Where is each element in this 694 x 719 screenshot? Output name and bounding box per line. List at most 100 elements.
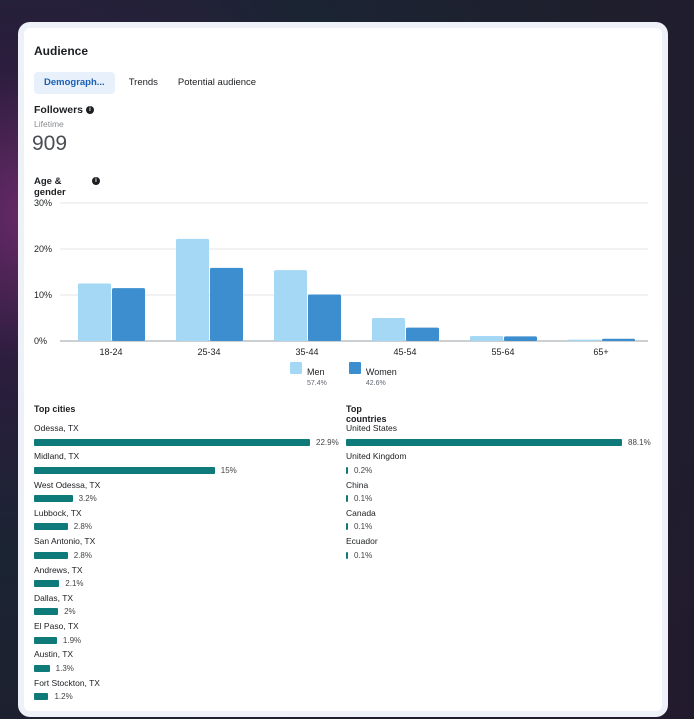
bar-women-65+ xyxy=(602,338,635,341)
country-name: Canada xyxy=(346,507,376,518)
city-name: Dallas, TX xyxy=(34,592,74,603)
tab-bar: Demograph... Trends Potential audience xyxy=(34,72,266,94)
country-bar-line: 0.1% xyxy=(346,550,378,560)
y-tick-label: 10% xyxy=(34,290,52,300)
city-bar-line: 2.1% xyxy=(34,579,84,589)
city-value: 2.8% xyxy=(73,522,92,532)
country-bar-line: 0.1% xyxy=(346,494,372,504)
city-row: San Antonio, TX 2.8% xyxy=(34,536,95,560)
country-name: Ecuador xyxy=(346,536,378,547)
country-row: China 0.1% xyxy=(346,480,372,504)
y-tick-label: 0% xyxy=(34,336,47,346)
city-bar xyxy=(34,438,310,446)
city-bar-line: 22.9% xyxy=(34,437,339,447)
city-name: Lubbock, TX xyxy=(34,507,82,518)
country-bar xyxy=(346,438,622,446)
tab-trends[interactable]: Trends xyxy=(119,72,168,94)
country-value: 0.1% xyxy=(354,550,373,560)
chart-legend: Men 57.4% Women 42.6% xyxy=(290,362,397,387)
age-gender-label: Age & gender xyxy=(34,176,66,198)
city-bar xyxy=(34,523,68,531)
bar-men-18-24 xyxy=(78,283,111,341)
city-name: Fort Stockton, TX xyxy=(34,677,100,688)
x-tick-label: 55-64 xyxy=(491,347,514,357)
y-tick-label: 30% xyxy=(34,198,52,208)
legend-swatch-men xyxy=(290,362,302,374)
top-countries-title: Top countries xyxy=(346,404,387,424)
bar-women-45-54 xyxy=(406,327,439,341)
city-bar-line: 1.3% xyxy=(34,663,74,673)
legend-item-women[interactable]: Women 42.6% xyxy=(348,362,397,387)
city-name: Austin, TX xyxy=(34,649,74,660)
city-name: West Odessa, TX xyxy=(34,479,101,490)
city-value: 22.9% xyxy=(316,437,339,447)
city-value: 15% xyxy=(220,465,237,475)
city-row: Odessa, TX 22.9% xyxy=(34,423,339,447)
section-title: Audience xyxy=(34,44,89,58)
country-bar-line: 0.1% xyxy=(346,522,376,532)
city-bar-line: 1.2% xyxy=(34,692,100,702)
legend-pct-women: 42.6% xyxy=(365,380,386,387)
country-name: United Kingdom xyxy=(346,451,407,462)
followers-count: 909 xyxy=(32,132,68,155)
x-tick-label: 45-54 xyxy=(393,347,416,357)
country-name: United States xyxy=(346,423,398,433)
legend-pct-men: 57.4% xyxy=(307,380,327,387)
country-bar-line: 88.1% xyxy=(346,437,651,447)
city-bar-line: 15% xyxy=(34,465,237,475)
city-bar xyxy=(34,580,60,587)
tab-potential-audience[interactable]: Potential audience xyxy=(168,72,266,94)
city-row: El Paso, TX 1.9% xyxy=(34,621,81,645)
legend-label-women: Women xyxy=(365,367,397,377)
city-name: Odessa, TX xyxy=(34,423,79,433)
bar-men-55-64 xyxy=(470,335,503,341)
city-bar xyxy=(34,608,59,616)
city-bar-line: 1.9% xyxy=(34,635,81,645)
y-tick-label: 20% xyxy=(34,244,52,254)
country-row: United Kingdom 0.2% xyxy=(346,451,406,475)
city-row: Fort Stockton, TX 1.2% xyxy=(34,678,100,702)
country-row: Ecuador 0.1% xyxy=(346,536,378,560)
city-value: 1.2% xyxy=(54,692,73,702)
city-bar-line: 2.8% xyxy=(34,522,92,532)
city-row: Dallas, TX 2% xyxy=(34,593,76,617)
city-value: 2.1% xyxy=(65,579,84,588)
city-value: 1.9% xyxy=(62,635,82,645)
legend-item-men[interactable]: Men 57.4% xyxy=(290,362,327,387)
followers-label: Followers xyxy=(34,104,84,116)
city-bar xyxy=(34,693,49,701)
x-tick-label: 25-34 xyxy=(197,347,220,357)
city-bar-line: 3.2% xyxy=(34,494,100,504)
country-value: 0.2% xyxy=(354,465,373,475)
city-bar xyxy=(34,551,68,559)
city-row: West Odessa, TX 3.2% xyxy=(34,480,100,504)
city-name: San Antonio, TX xyxy=(34,536,96,547)
followers-period: Lifetime xyxy=(34,119,64,129)
city-bar xyxy=(34,664,50,672)
country-bar xyxy=(346,495,348,503)
info-icon[interactable]: i xyxy=(86,106,95,114)
legend-label-men: Men xyxy=(307,367,325,377)
x-tick-label: 65+ xyxy=(593,347,608,357)
city-bar xyxy=(34,495,73,503)
bar-men-35-44 xyxy=(274,270,307,341)
bar-men-25-34 xyxy=(176,238,209,341)
country-value: 88.1% xyxy=(628,437,651,447)
city-row: Andrews, TX 2.1% xyxy=(34,565,84,589)
city-bar xyxy=(34,466,215,474)
audience-card: Audience Demograph... Trends Potential a… xyxy=(24,28,662,711)
country-value: 0.1% xyxy=(354,522,373,532)
bar-women-18-24 xyxy=(112,288,145,341)
tab-demographics[interactable]: Demograph... xyxy=(34,72,115,94)
city-value: 2.8% xyxy=(73,550,92,560)
bar-women-55-64 xyxy=(504,336,537,341)
city-bar-line: 2.8% xyxy=(34,550,95,560)
city-value: 1.3% xyxy=(55,663,74,673)
x-tick-label: 35-44 xyxy=(295,347,318,357)
bar-men-45-54 xyxy=(372,318,405,341)
city-value: 3.2% xyxy=(78,494,97,504)
country-value: 0.1% xyxy=(354,494,373,504)
info-icon[interactable]: i xyxy=(92,177,100,185)
city-row: Midland, TX 15% xyxy=(34,451,237,475)
city-name: Midland, TX xyxy=(34,451,80,462)
